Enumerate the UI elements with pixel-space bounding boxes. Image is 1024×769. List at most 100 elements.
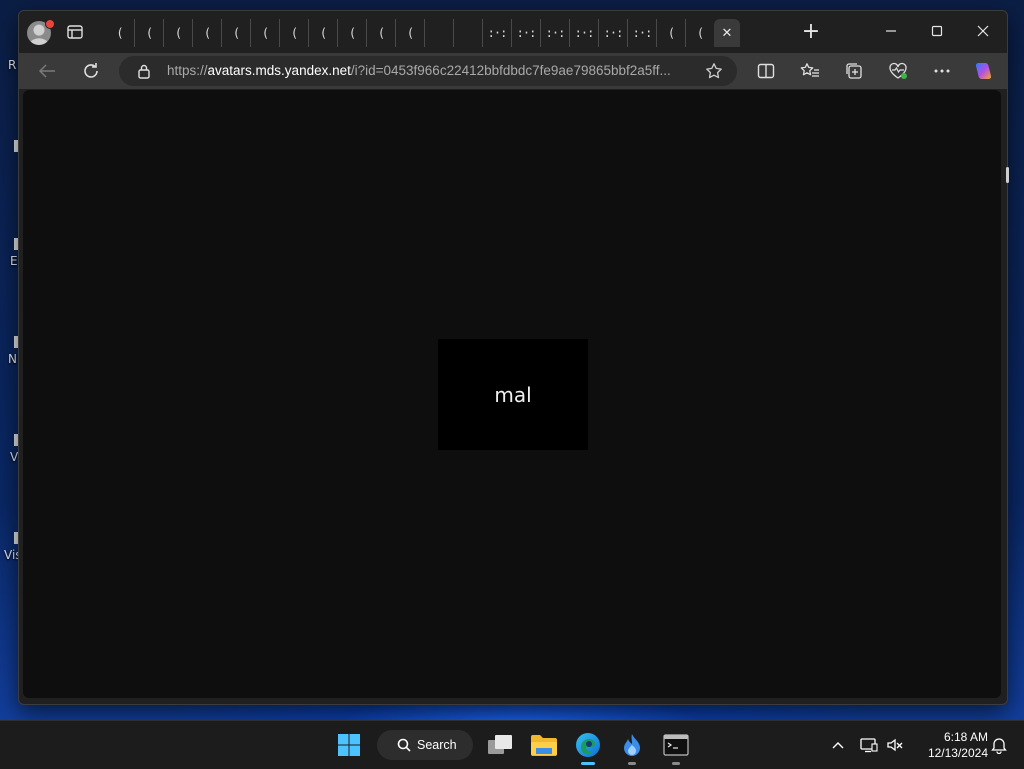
edge-taskbar-button[interactable] [572, 729, 604, 765]
scrollbar-thumb[interactable] [1006, 167, 1009, 183]
notifications-button[interactable] [988, 721, 1010, 769]
tab-favicon-icon: ( [174, 26, 182, 40]
image-alt-text: mal [494, 382, 532, 407]
network-display-button[interactable] [858, 721, 880, 769]
browser-tab[interactable]: ( [105, 19, 134, 47]
copilot-icon [975, 63, 992, 79]
terminal-icon [663, 734, 689, 756]
favorites-button[interactable] [796, 59, 824, 83]
collections-icon [846, 63, 862, 79]
tab-favicon-icon: :·: [574, 26, 595, 40]
windows-logo-icon [338, 734, 360, 756]
refresh-icon [84, 63, 98, 78]
tab-favicon-icon: ( [377, 26, 385, 40]
back-button[interactable] [33, 59, 61, 83]
url-host: avatars.mds.yandex.net [207, 63, 351, 78]
address-bar[interactable]: https://avatars.mds.yandex.net/i?id=0453… [119, 56, 737, 86]
volume-button[interactable] [884, 721, 906, 769]
collections-button[interactable] [840, 59, 868, 83]
search-icon [397, 738, 411, 752]
tab-favicon-icon: ( [203, 26, 211, 40]
desktop-icon-3[interactable]: N [0, 336, 18, 366]
browser-tab[interactable]: :·: [569, 19, 598, 47]
chevron-up-icon [832, 742, 844, 749]
app-taskbar-button[interactable] [616, 729, 648, 765]
tab-favicon-icon: ( [406, 26, 414, 40]
tab-favicon-icon: ( [145, 26, 153, 40]
split-screen-button[interactable] [752, 59, 780, 83]
task-view-button[interactable] [484, 729, 516, 761]
browser-tab[interactable]: :·: [511, 19, 540, 47]
desktop-icon-4[interactable]: V [0, 434, 18, 464]
broken-image[interactable]: mal [438, 339, 588, 450]
browser-tab[interactable]: ( [163, 19, 192, 47]
tab-favicon-icon: ( [348, 26, 356, 40]
browser-tab[interactable]: ( [337, 19, 366, 47]
desktop-icon-5[interactable]: Vis [0, 532, 22, 562]
browser-tab[interactable]: ( [221, 19, 250, 47]
browser-tab[interactable]: ( [134, 19, 163, 47]
maximize-button[interactable] [914, 17, 960, 45]
heart-pulse-icon [889, 62, 907, 79]
tab-favicon-icon: :·: [603, 26, 624, 40]
tab-favicon-icon: ( [319, 26, 327, 40]
browser-tab[interactable]: ( [192, 19, 221, 47]
tab-favicon-icon: ( [667, 26, 675, 40]
active-tab[interactable]: ✕ [714, 19, 740, 47]
page-content: mal [23, 90, 1001, 698]
taskbar-search[interactable]: Search [377, 730, 473, 760]
tab-favicon-icon: :·: [545, 26, 566, 40]
browser-tab[interactable]: :·: [540, 19, 569, 47]
browser-tab[interactable]: :·: [482, 19, 511, 47]
new-tab-button[interactable]: + [801, 21, 821, 43]
tab-favicon-icon: ( [290, 26, 298, 40]
url-text[interactable]: https://avatars.mds.yandex.net/i?id=0453… [167, 63, 697, 78]
copilot-button[interactable] [970, 59, 998, 83]
show-hidden-icons-button[interactable] [828, 721, 848, 769]
refresh-button[interactable] [77, 59, 105, 83]
favorite-star-icon[interactable] [705, 62, 723, 84]
display-network-icon [860, 738, 878, 753]
desktop-icon-2[interactable]: E [0, 238, 18, 268]
split-screen-icon [757, 63, 775, 79]
lock-icon[interactable] [137, 63, 151, 83]
browser-tab[interactable]: ( [656, 19, 685, 47]
browser-tab[interactable]: ( [308, 19, 337, 47]
minimize-button[interactable] [868, 17, 914, 45]
browser-tab[interactable]: ( [366, 19, 395, 47]
browser-tab[interactable] [424, 19, 453, 47]
tab-favicon-icon: :·: [632, 26, 653, 40]
taskbar: Search 6:18 AM 12/13/2024 [0, 720, 1024, 769]
browser-tab[interactable]: :·: [598, 19, 627, 47]
browser-tab[interactable]: ( [685, 19, 714, 47]
browser-tab[interactable] [453, 19, 482, 47]
favorites-star-list-icon [800, 63, 819, 77]
tab-actions-icon[interactable] [67, 25, 83, 39]
settings-more-button[interactable] [928, 59, 956, 83]
clock-date: 12/13/2024 [927, 746, 988, 760]
tab-favicon-icon: ( [696, 26, 704, 40]
browser-tab[interactable]: :·: [627, 19, 656, 47]
tab-favicon-icon: ( [261, 26, 269, 40]
browser-tab[interactable]: ( [395, 19, 424, 47]
tab-favicon-icon: :·: [487, 26, 508, 40]
browser-tab[interactable]: ( [250, 19, 279, 47]
file-explorer-button[interactable] [528, 729, 560, 761]
running-indicator [628, 762, 636, 765]
close-tab-icon[interactable]: ✕ [722, 26, 733, 41]
tab-list: ( ( ( ( ( ( ( ( ( ( ( :·: :·: :·: :·: :·: :·: ( ( ✕ [105, 19, 740, 47]
browser-tab[interactable]: ( [279, 19, 308, 47]
desktop-icon-1[interactable] [0, 140, 18, 152]
close-window-button[interactable] [960, 17, 1006, 45]
tab-favicon-icon: :·: [516, 26, 537, 40]
start-button[interactable] [333, 729, 365, 761]
system-clock[interactable]: 6:18 AM 12/13/2024 [912, 729, 988, 761]
browser-essentials-button[interactable] [884, 59, 912, 83]
terminal-taskbar-button[interactable] [660, 729, 692, 765]
url-path: /i?id=0453f966c22412bbfdbdc7fe9ae79865bb… [350, 63, 671, 78]
search-label: Search [417, 738, 457, 752]
more-dots-icon [934, 69, 950, 73]
edge-browser-icon [576, 733, 600, 757]
volume-muted-icon [887, 738, 903, 752]
clock-time: 6:18 AM [943, 730, 988, 744]
